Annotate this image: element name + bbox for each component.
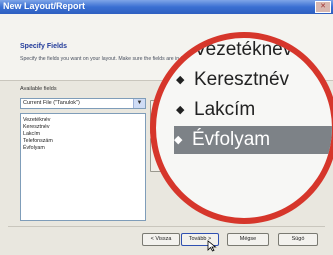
cancel-button[interactable]: Mégse: [227, 233, 269, 246]
source-select-value: Current File ("Tanulok"): [23, 100, 80, 106]
source-select[interactable]: Current File ("Tanulok") ▼: [20, 98, 146, 109]
close-icon[interactable]: ✕: [315, 1, 331, 13]
list-item[interactable]: Keresztnév: [23, 124, 50, 130]
zoom-list-item: ◆ Keresztnév: [176, 66, 332, 94]
zoom-list-item-selected: ◆ Évfolyam: [174, 126, 332, 154]
back-button[interactable]: < Vissza: [142, 233, 180, 246]
zoom-item-label: Évfolyam: [192, 129, 271, 151]
diamond-icon: ◆: [176, 104, 185, 116]
mouse-pointer-icon: [207, 240, 217, 252]
zoom-item-label: Lakcím: [194, 99, 256, 121]
zoom-item-label: Keresztnév: [194, 69, 290, 91]
page-title: Specify Fields: [20, 43, 68, 50]
diamond-icon: ◆: [174, 134, 183, 146]
list-item[interactable]: Telefonszám: [23, 138, 53, 144]
help-button[interactable]: Súgó: [278, 233, 318, 246]
diamond-icon: ◆: [176, 74, 185, 86]
zoom-list-item: ◆ Lakcím: [176, 96, 332, 124]
dialog-window: New Layout/Report ✕ Specify Fields Speci…: [0, 0, 333, 255]
available-fields-label: Available fields: [20, 86, 57, 92]
window-title: New Layout/Report: [3, 1, 86, 11]
chevron-down-icon[interactable]: ▼: [133, 99, 145, 108]
zoomed-layout-fields-list: ◆ Vezetéknév ◆ Keresztnév ◆ Lakcím ◆ Évfolya…: [156, 38, 332, 218]
zoom-item-label: Vezetéknév: [194, 39, 293, 61]
diamond-icon: ◆: [176, 44, 185, 56]
title-bar: New Layout/Report ✕: [0, 0, 333, 14]
zoom-callout: ◆ Vezetéknév ◆ Keresztnév ◆ Lakcím ◆ Évfolya…: [150, 32, 333, 224]
list-item[interactable]: Lakcím: [23, 131, 40, 137]
divider: [8, 226, 325, 227]
list-item[interactable]: Évfolyam: [23, 145, 45, 151]
available-fields-list[interactable]: Vezetéknév Keresztnév Lakcím Telefonszám…: [20, 113, 146, 221]
zoom-list-item: ◆ Vezetéknév: [176, 38, 332, 64]
list-item[interactable]: Vezetéknév: [23, 117, 50, 123]
